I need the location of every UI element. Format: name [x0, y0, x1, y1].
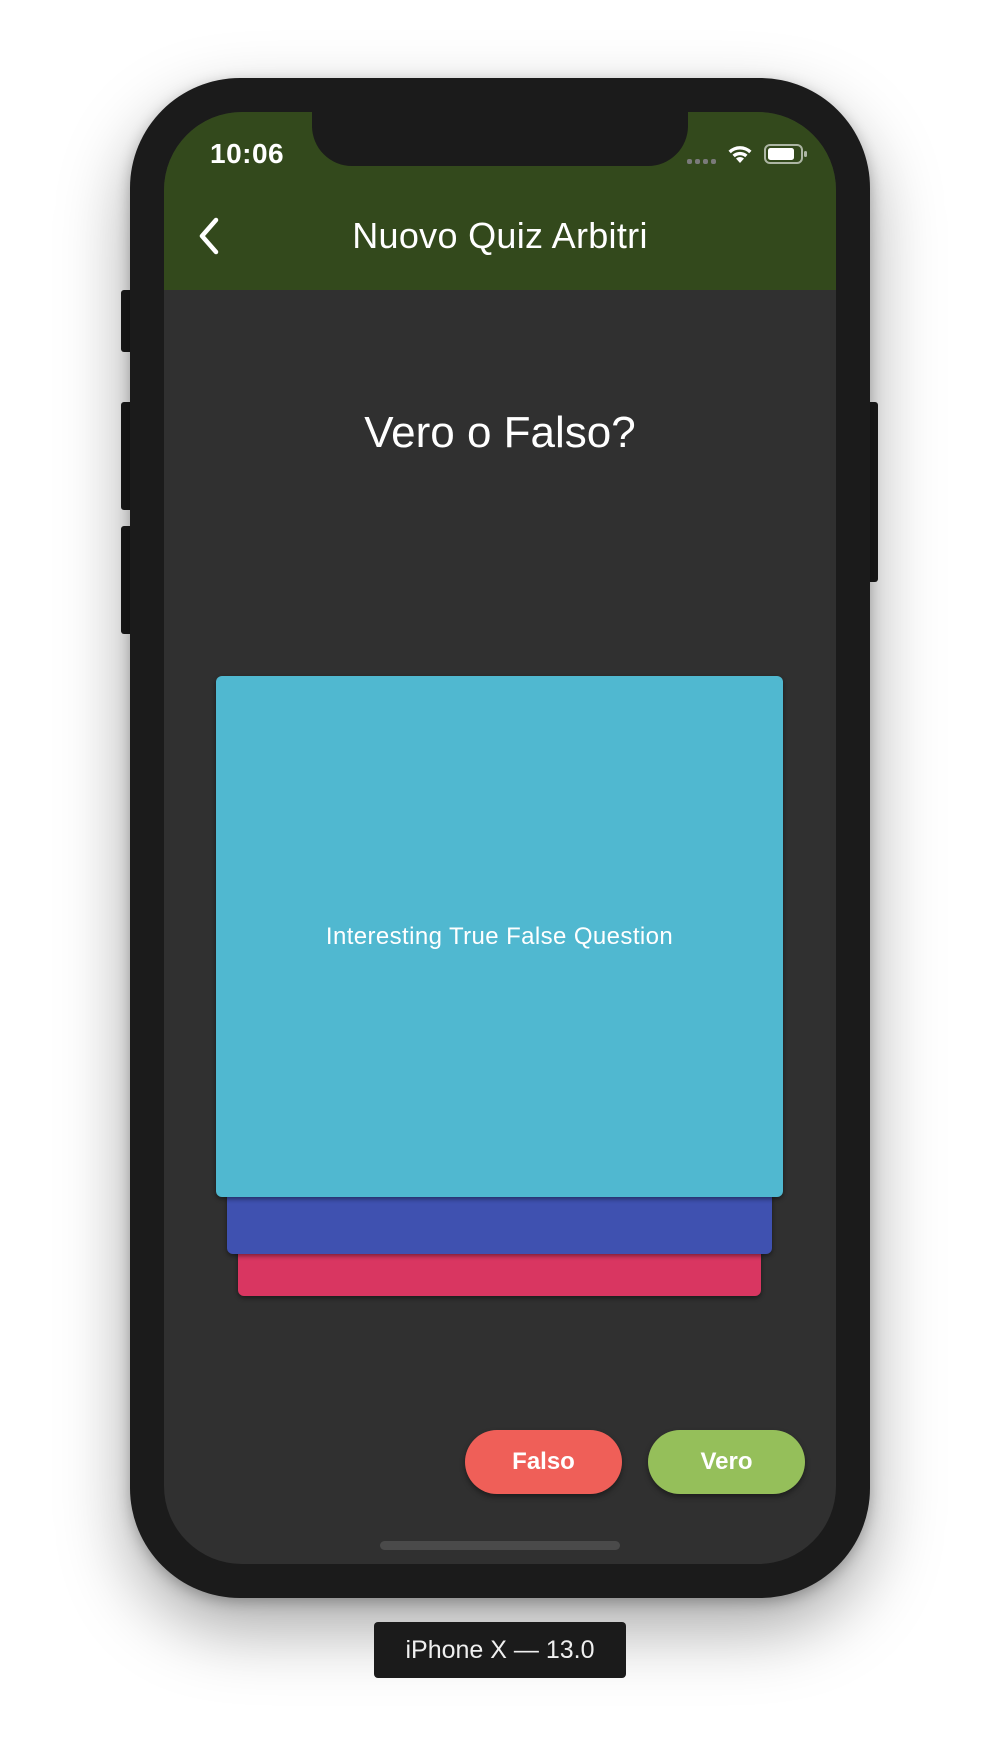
false-button[interactable]: Falso	[465, 1430, 622, 1494]
notch	[312, 112, 688, 166]
question-heading: Vero o Falso?	[364, 408, 636, 457]
question-card[interactable]: Interesting True False Question	[216, 676, 783, 1197]
signal-icon	[687, 144, 716, 164]
phone-screen: 10:06 Nuovo Quiz Arbitri Vero o Falso? I…	[164, 112, 836, 1564]
question-text: Interesting True False Question	[325, 922, 674, 950]
home-indicator[interactable]	[380, 1541, 620, 1550]
phone-frame: 10:06 Nuovo Quiz Arbitri Vero o Falso? I…	[130, 78, 870, 1598]
true-button[interactable]: Vero	[648, 1430, 805, 1494]
battery-icon	[764, 143, 808, 165]
device-label: iPhone X — 13.0	[374, 1622, 626, 1678]
status-time: 10:06	[210, 138, 285, 169]
simulator-stage: 10:06 Nuovo Quiz Arbitri Vero o Falso? I…	[0, 0, 1000, 1750]
app-bar: 10:06 Nuovo Quiz Arbitri	[164, 112, 836, 290]
page-title: Nuovo Quiz Arbitri	[352, 215, 648, 256]
status-icons	[687, 142, 808, 166]
wifi-icon	[726, 143, 754, 165]
